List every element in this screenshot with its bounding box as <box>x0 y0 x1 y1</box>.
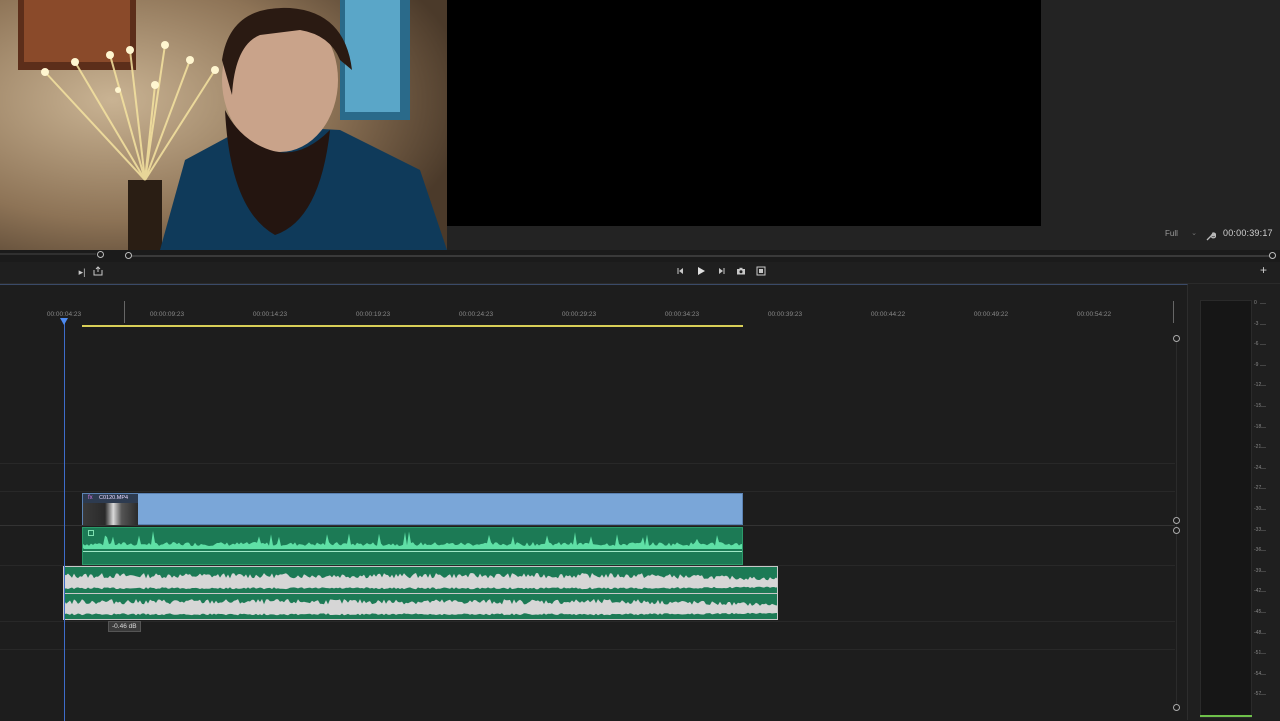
scroll-knob-bottom[interactable] <box>1173 704 1180 711</box>
scroll-knob-mid2[interactable] <box>1173 527 1180 534</box>
meter-tick <box>1260 673 1266 675</box>
voice-waveform-shape <box>83 531 742 549</box>
zoom-value: Full <box>1165 229 1178 238</box>
ruler-label: 00:00:39:23 <box>767 311 803 318</box>
transport-controls: ▸| + <box>0 262 1280 284</box>
meter-tick <box>1260 632 1266 634</box>
track-divider <box>0 621 1175 622</box>
channel-divider <box>64 593 777 594</box>
audio-meter <box>1200 300 1252 718</box>
source-scrub-knob[interactable] <box>97 251 104 258</box>
meter-tick <box>1260 591 1266 593</box>
time-ruler[interactable]: 00:00:04:23 00:00:09:23 00:00:14:23 00:0… <box>0 301 1188 323</box>
video-clip-label: C0120.MP4 <box>99 495 129 501</box>
camera-icon[interactable] <box>735 266 747 278</box>
program-timecode[interactable]: 00:00:39:17 <box>1223 228 1273 238</box>
audio-meter-level <box>1200 715 1252 717</box>
track-divider <box>0 491 1175 492</box>
meter-tick <box>1260 529 1266 531</box>
volume-rubber-band[interactable] <box>83 551 743 552</box>
meter-tick <box>1260 467 1266 469</box>
meter-db-label: -3 <box>1254 320 1259 327</box>
ruler-label: 00:00:19:23 <box>355 311 391 318</box>
scrub-end-knob[interactable] <box>1269 252 1276 259</box>
meter-db-label: -9 <box>1254 361 1259 368</box>
ruler-label: 00:00:54:22 <box>1076 311 1112 318</box>
audio-clip-music[interactable] <box>63 566 778 620</box>
meter-tick <box>1260 612 1266 613</box>
music-waveform <box>64 573 777 616</box>
ruler-label: 00:00:24:23 <box>458 311 494 318</box>
program-monitor-frame <box>447 0 1041 226</box>
meter-tick <box>1260 406 1266 407</box>
play-icon[interactable] <box>695 266 707 278</box>
meter-tick <box>1260 509 1266 510</box>
monitor-area: Full ⌄ 00:00:39:17 <box>0 0 1280 250</box>
meter-db-label: 0 <box>1254 300 1257 306</box>
meter-tick <box>1260 550 1266 552</box>
export-icon[interactable] <box>92 266 104 278</box>
meter-tick <box>1260 303 1266 304</box>
meter-db-label: -6 <box>1254 341 1259 348</box>
step-back-icon[interactable] <box>675 266 687 278</box>
zoom-select[interactable]: Full ⌄ <box>1165 229 1197 239</box>
meter-tick <box>1260 426 1266 428</box>
insert-icon[interactable]: ▸| <box>76 266 88 278</box>
scroll-knob-mid[interactable] <box>1173 517 1180 524</box>
source-scrub-track[interactable] <box>0 253 96 255</box>
music-waveform-channel <box>64 599 777 616</box>
webcam-overlay <box>0 0 447 250</box>
ruler-label: 00:00:34:23 <box>664 311 700 318</box>
playhead-handle[interactable] <box>60 318 68 325</box>
step-forward-icon[interactable] <box>715 266 727 278</box>
fx-badge: fx <box>88 495 93 501</box>
ruler-label: 00:00:44:22 <box>870 311 906 318</box>
meter-tick <box>1260 570 1266 572</box>
track-divider <box>0 649 1175 650</box>
program-scrub-track[interactable] <box>128 255 1272 257</box>
chevron-down-icon: ⌄ <box>1191 230 1197 237</box>
meter-tick <box>1260 447 1266 449</box>
meter-tick <box>1260 653 1266 655</box>
program-scrub-bar[interactable] <box>0 250 1280 262</box>
audio-clip-voice[interactable] <box>82 527 743 565</box>
audio-meters-panel: 0 -3 -6 -9 -12 -15 -18 -21 -24 -27 -30 -33 -36 -39 -42… <box>1188 284 1280 720</box>
ruler-label: 00:00:14:23 <box>252 311 288 318</box>
playhead-line <box>64 319 65 721</box>
meter-tick <box>1260 385 1266 387</box>
meter-tick <box>1260 344 1266 346</box>
ruler-label: 00:00:29:23 <box>561 311 597 318</box>
voice-waveform <box>83 531 743 552</box>
timeline-panel[interactable]: 00:00:04:23 00:00:09:23 00:00:14:23 00:0… <box>0 284 1188 721</box>
video-clip-header: fx C0120.MP4 <box>83 494 138 503</box>
ruler-label: 00:00:04:23 <box>46 311 82 318</box>
ruler-label: 00:00:09:23 <box>149 311 185 318</box>
meter-tick <box>1260 323 1266 325</box>
vertical-scrollbar[interactable] <box>1176 341 1177 711</box>
video-clip-thumbnail <box>83 503 138 525</box>
program-monitor-panel <box>1041 0 1280 250</box>
track-divider <box>0 463 1175 464</box>
meter-tick <box>1260 364 1266 366</box>
add-button-icon[interactable]: + <box>1260 264 1267 276</box>
export-frame-icon[interactable] <box>755 266 767 278</box>
end-marker <box>1173 301 1174 323</box>
scrub-start-knob[interactable] <box>125 252 132 259</box>
track-divider <box>0 525 1175 526</box>
work-area-bar[interactable] <box>82 325 743 327</box>
ruler-label: 00:00:49:22 <box>973 311 1009 318</box>
volume-tooltip: -0.46 dB <box>108 621 141 632</box>
wrench-icon[interactable] <box>1206 228 1217 241</box>
meter-tick <box>1260 694 1266 696</box>
video-clip[interactable]: fx C0120.MP4 <box>82 493 743 525</box>
music-waveform-channel <box>64 573 777 590</box>
scroll-knob-top[interactable] <box>1173 335 1180 342</box>
in-point-marker <box>124 301 125 323</box>
meter-tick <box>1260 488 1266 490</box>
